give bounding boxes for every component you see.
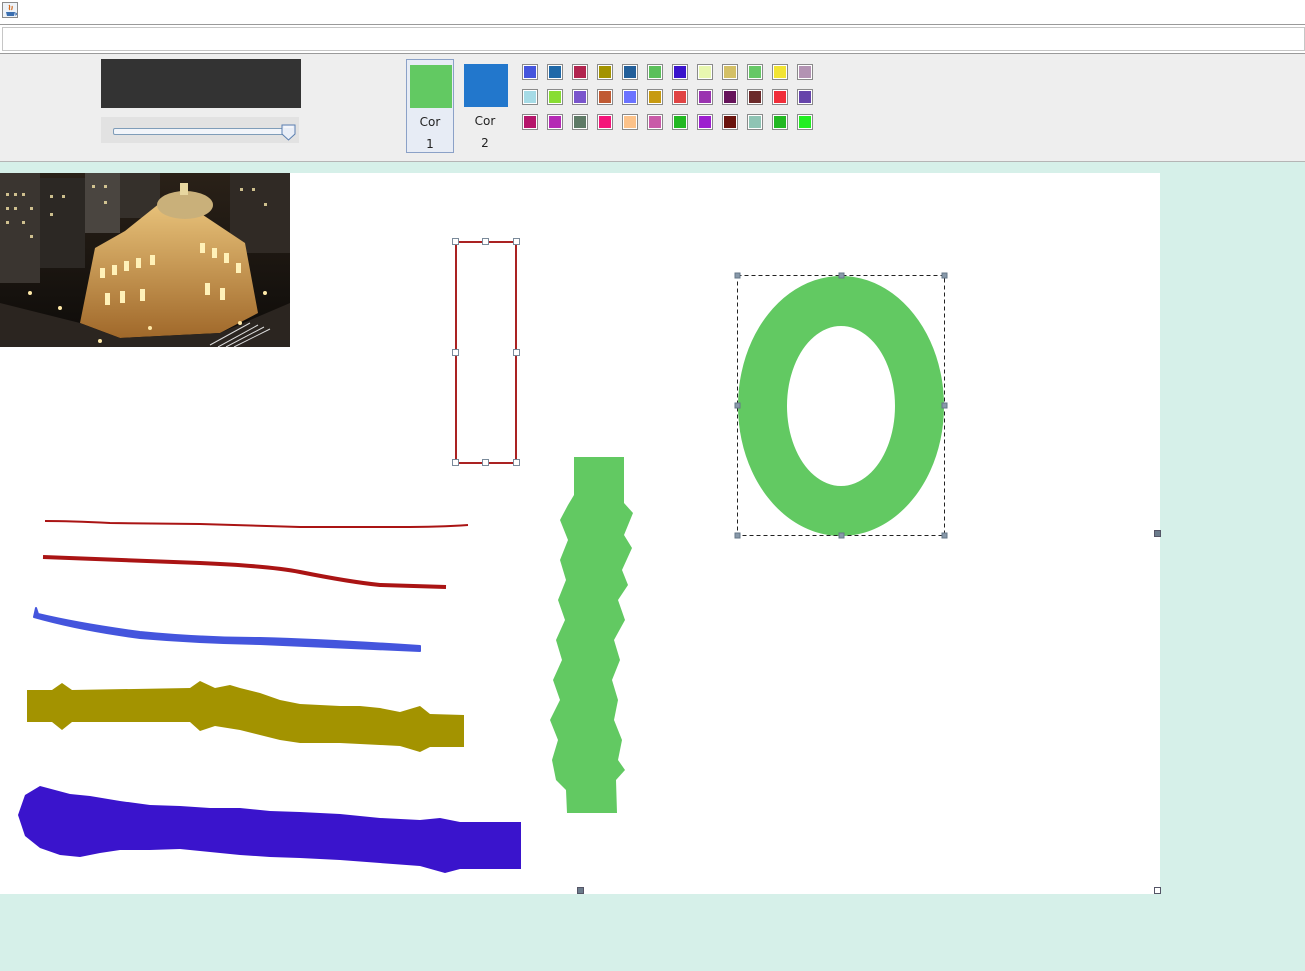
drawing-layer xyxy=(18,238,1161,894)
blue-stroke[interactable] xyxy=(33,607,421,652)
red-stroke[interactable] xyxy=(42,555,447,589)
thin-red-stroke[interactable] xyxy=(44,520,469,528)
green-stroke[interactable] xyxy=(550,457,633,813)
rectangle-shape[interactable] xyxy=(455,241,517,464)
olive-stroke[interactable] xyxy=(27,681,464,752)
purple-stroke[interactable] xyxy=(18,786,521,873)
ring-shape[interactable] xyxy=(738,276,945,536)
rectangle-selection-handles[interactable] xyxy=(452,238,520,466)
canvas-resize-handles[interactable] xyxy=(577,530,1161,894)
